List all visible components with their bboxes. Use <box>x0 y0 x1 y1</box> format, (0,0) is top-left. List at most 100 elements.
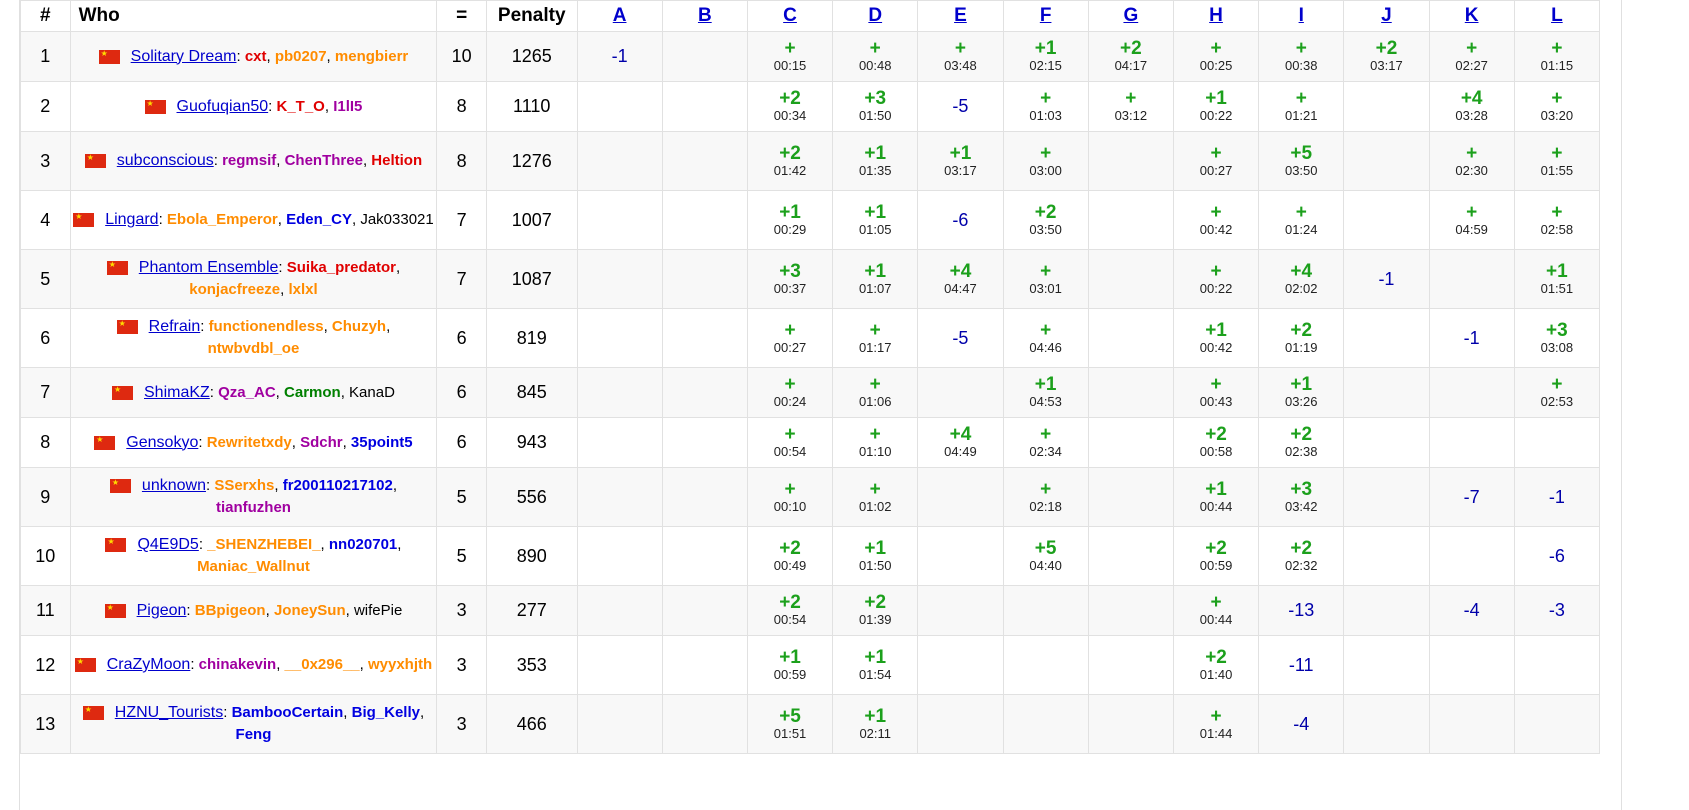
member-handle[interactable]: chinakevin <box>199 656 277 673</box>
member-handle[interactable]: I1lI5 <box>333 98 362 115</box>
solved-header: = <box>436 0 487 32</box>
accepted-time: 00:54 <box>773 444 807 459</box>
member-handle[interactable]: Maniac_Wallnut <box>197 558 310 575</box>
member-handle[interactable]: SSerxhs <box>214 477 274 494</box>
member-handle[interactable]: 35point5 <box>351 434 413 451</box>
problem-header-a[interactable]: A <box>576 0 663 32</box>
accepted-result: +1 <box>779 646 801 668</box>
accepted-result: + <box>869 319 881 341</box>
problem-cell-d: +1 02:11 <box>832 694 919 754</box>
team-name-link[interactable]: Guofuqian50 <box>177 98 269 115</box>
team-name-link[interactable]: Refrain <box>149 318 201 335</box>
accepted-result: +1 <box>1034 374 1057 395</box>
problem-header-b[interactable]: B <box>661 0 748 32</box>
problem-header-d[interactable]: D <box>832 0 919 32</box>
table-row: 7ShimaKZ: Qza_AC, Carmon, KanaD6845 +00:2… <box>20 367 1601 418</box>
rejected-attempts: -11 <box>1288 654 1314 675</box>
member-handle[interactable]: Big_Kelly <box>352 704 420 721</box>
team-name-link[interactable]: ShimaKZ <box>144 384 210 401</box>
member-handle[interactable]: Qza_AC <box>218 384 276 401</box>
accepted-result: +5 <box>1034 537 1057 559</box>
problem-cell-a <box>576 526 663 586</box>
rank-cell: 4 <box>20 190 71 250</box>
problem-header-l[interactable]: L <box>1513 0 1601 32</box>
accepted-result: +1 <box>864 537 887 559</box>
member-handle[interactable]: fr200110217102 <box>283 477 393 494</box>
member-handle[interactable]: cxt <box>245 48 267 65</box>
member-handle[interactable]: wyyxhjth <box>368 656 432 673</box>
problem-header-h[interactable]: H <box>1172 0 1260 32</box>
team-name-link[interactable]: Phantom Ensemble <box>139 259 279 276</box>
problem-header-f[interactable]: F <box>1002 0 1089 32</box>
member-handle[interactable]: Chuzyh <box>332 318 386 335</box>
problem-header-c[interactable]: C <box>746 0 834 32</box>
accepted-time: 03:12 <box>1114 108 1148 123</box>
member-handle[interactable]: _SHENZHEBEI_ <box>207 536 320 553</box>
problem-cell-a <box>576 694 663 754</box>
member-handle[interactable]: Heltion <box>371 152 422 169</box>
member-handle[interactable]: JoneySun <box>274 602 346 619</box>
member-handle[interactable]: ntwbvdbl_oe <box>208 340 300 357</box>
problem-header-i[interactable]: I <box>1258 0 1345 32</box>
member-handle[interactable]: wifePie <box>354 602 402 619</box>
member-handle[interactable]: ChenThree <box>285 152 363 169</box>
member-handle[interactable]: Sdchr <box>300 434 343 451</box>
team-name-link[interactable]: Gensokyo <box>126 434 198 451</box>
problem-cell-i: +3 03:42 <box>1258 467 1345 527</box>
problem-header-j[interactable]: J <box>1343 0 1430 32</box>
member-handle[interactable]: lxlxl <box>288 281 317 298</box>
member-handle[interactable]: tianfuzhen <box>216 499 291 516</box>
problem-cell-l: -1 <box>1513 467 1601 527</box>
accepted-time: 01:17 <box>858 339 892 355</box>
member-handle[interactable]: mengbierr <box>335 48 408 65</box>
member-handle[interactable]: Feng <box>236 726 272 743</box>
problem-header-g[interactable]: G <box>1087 0 1174 32</box>
member-handle[interactable]: Ebola_Emperor <box>167 211 278 228</box>
accepted-result: + <box>1466 142 1478 164</box>
problem-cell-d: +1 01:50 <box>832 526 919 586</box>
accepted-result: +1 <box>1205 88 1227 109</box>
member-handle[interactable]: Jak033021 <box>360 211 433 228</box>
member-handle[interactable]: BambooCertain <box>232 704 344 721</box>
team-name-link[interactable]: Lingard <box>105 211 158 228</box>
member-handle[interactable]: pb0207 <box>275 48 327 65</box>
problem-cell-g <box>1087 131 1174 191</box>
problem-cell-c: +2 00:49 <box>746 526 834 586</box>
team-name-link[interactable]: Pigeon <box>137 602 187 619</box>
member-handle[interactable]: Eden_CY <box>286 211 352 228</box>
team-name-link[interactable]: Solitary Dream <box>131 48 237 65</box>
accepted-result: +1 <box>864 646 887 668</box>
member-handle[interactable]: konjacfreeze <box>189 281 280 298</box>
member-handle[interactable]: regmsif <box>222 152 276 169</box>
accepted-result: + <box>1040 478 1052 500</box>
member-handle[interactable]: K_T_O <box>277 98 325 115</box>
member-handle[interactable]: Rewritetxdy <box>207 434 292 451</box>
solved-count: 8 <box>436 131 487 191</box>
accepted-result: + <box>1210 592 1222 613</box>
problem-cell-e: -5 <box>917 81 1004 132</box>
team-name-link[interactable]: CraZyMoon <box>107 656 191 673</box>
team-name-link[interactable]: HZNU_Tourists <box>115 704 223 721</box>
problem-cell-k <box>1428 367 1515 418</box>
rank-cell: 10 <box>20 526 71 586</box>
problem-cell-d: +00:48 <box>832 31 919 82</box>
problem-cell-l: +3 03:08 <box>1513 308 1601 368</box>
member-handle[interactable]: functionendless <box>209 318 324 335</box>
accepted-time: 00:43 <box>1199 394 1233 409</box>
problem-cell-f: +1 02:15 <box>1002 31 1089 82</box>
penalty-value: 353 <box>485 635 578 695</box>
team-name-link[interactable]: unknown <box>142 477 206 494</box>
team-name-link[interactable]: subconscious <box>117 152 214 169</box>
accepted-time: 01:05 <box>858 221 892 237</box>
member-handle[interactable]: Carmon <box>284 384 341 401</box>
member-handle[interactable]: nn020701 <box>329 536 397 553</box>
member-handle[interactable]: KanaD <box>349 384 395 401</box>
member-handle[interactable]: __0x296__ <box>285 656 360 673</box>
problem-header-k[interactable]: K <box>1428 0 1515 32</box>
accepted-time: 00:34 <box>773 108 807 123</box>
member-handle[interactable]: Suika_predator <box>287 259 396 276</box>
member-handle[interactable]: BBpigeon <box>195 602 266 619</box>
team-name-link[interactable]: Q4E9D5 <box>137 536 198 553</box>
problem-cell-j <box>1343 367 1430 418</box>
problem-header-e[interactable]: E <box>917 0 1004 32</box>
